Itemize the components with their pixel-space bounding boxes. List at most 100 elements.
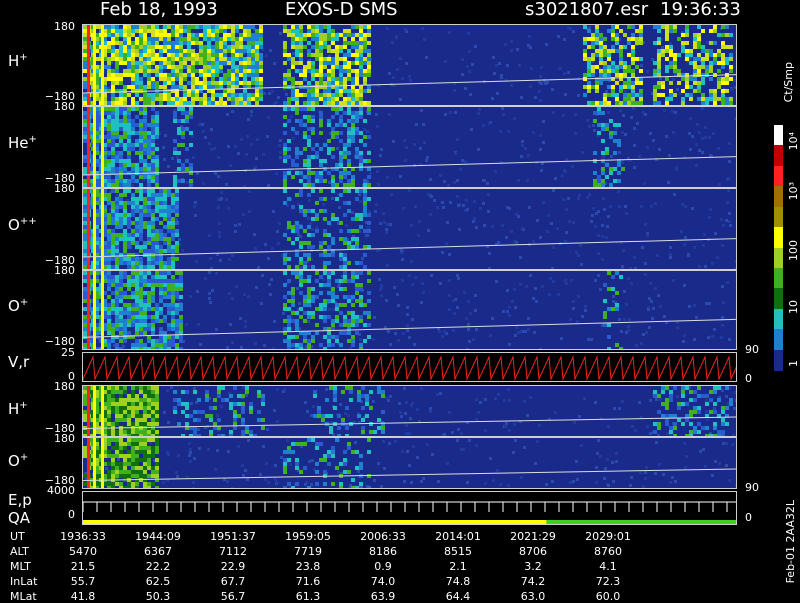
ephem-cell: 7719: [278, 545, 338, 558]
ephem-cell: 3.2: [503, 560, 563, 573]
label-o-plus-2: O+: [8, 450, 28, 469]
colorbar-label: 10³: [787, 182, 800, 200]
o-plus-spectrogram-2: [82, 437, 737, 489]
right-tick-ep-bot: 0: [745, 511, 752, 524]
h-plus-spectrogram: [82, 24, 737, 106]
right-tick-ep-top: 90: [745, 481, 759, 494]
o-plus-spectrogram: [82, 270, 737, 350]
tick-o2-top: 180: [35, 433, 75, 444]
ephem-cell: 23.8: [278, 560, 338, 573]
label-he-plus: He+: [8, 132, 37, 151]
ephem-cell: 6367: [128, 545, 188, 558]
h-plus-spectrogram-2: [82, 385, 737, 437]
colorbar-segment: [774, 350, 783, 371]
file-name: s3021807.esr: [525, 0, 648, 20]
ephem-cell: 2021:29: [503, 530, 563, 543]
right-tick-vr-bot: 0: [745, 372, 752, 385]
tick-he1-top: 180: [35, 101, 75, 112]
label-ep: E,p: [8, 492, 32, 508]
label-h-plus: H+: [8, 50, 28, 69]
ephem-cell: 63.9: [353, 590, 413, 603]
ephem-cell: 1951:37: [203, 530, 263, 543]
colorbar-label: 10: [787, 300, 800, 314]
ephem-cell: 62.5: [128, 575, 188, 588]
ephem-cell: 22.9: [203, 560, 263, 573]
ephem-name: MLat: [10, 590, 50, 603]
ephem-cell: 55.7: [53, 575, 113, 588]
ephem-name: UT: [10, 530, 50, 543]
ephem-cell: 8186: [353, 545, 413, 558]
colorbar-unit: Ct/Smp: [782, 62, 795, 102]
tick-h2-top: 180: [35, 381, 75, 392]
o-plusplus-spectrogram: [82, 188, 737, 270]
ephem-cell: 74.8: [428, 575, 488, 588]
colorbar-segment: [774, 227, 783, 248]
ephem-cell: 64.4: [428, 590, 488, 603]
colorbar-segment: [774, 125, 783, 146]
colorbar-segment: [774, 186, 783, 207]
colorbar-label: 100: [787, 240, 800, 261]
ephem-cell: 1944:09: [128, 530, 188, 543]
ephem-cell: 8515: [428, 545, 488, 558]
ephem-cell: 60.0: [578, 590, 638, 603]
tick-ep-bot: 0: [35, 509, 75, 520]
ephem-cell: 61.3: [278, 590, 338, 603]
ephem-cell: 71.6: [278, 575, 338, 588]
tick-opp-top: 180: [35, 183, 75, 194]
ephem-cell: 5470: [53, 545, 113, 558]
ephem-cell: 2.1: [428, 560, 488, 573]
label-h-plus-2: H+: [8, 398, 28, 417]
colorbar-segment: [774, 268, 783, 289]
label-qa: QA: [8, 510, 30, 526]
ephem-cell: 74.2: [503, 575, 563, 588]
vr-line-plot: [82, 352, 737, 382]
colorbar-segment: [774, 248, 783, 269]
ephem-cell: 8760: [578, 545, 638, 558]
ephem-cell: 0.9: [353, 560, 413, 573]
ephem-cell: 7112: [203, 545, 263, 558]
ephem-cell: 67.7: [203, 575, 263, 588]
vr-svg: [83, 353, 736, 381]
ephem-cell: 2006:33: [353, 530, 413, 543]
instrument-title: EXOS-D SMS: [285, 0, 398, 20]
ephem-cell: 74.0: [353, 575, 413, 588]
ephem-cell: 63.0: [503, 590, 563, 603]
he-plus-spectrogram: [82, 106, 737, 188]
colorbar-segment: [774, 309, 783, 330]
tick-h1-top: 180: [35, 21, 75, 32]
colorbar-segment: [774, 329, 783, 350]
ephem-cell: 21.5: [53, 560, 113, 573]
colorbar-segment: [774, 145, 783, 166]
colorbar-label: 1: [787, 360, 800, 367]
colorbar: [774, 125, 783, 370]
ephem-cell: 72.3: [578, 575, 638, 588]
ephem-cell: 41.8: [53, 590, 113, 603]
time-text: 19:36:33: [660, 0, 741, 20]
ephem-name: MLT: [10, 560, 50, 573]
panel-h1-svg: [83, 25, 736, 105]
ep-qa-plot: [82, 491, 737, 525]
panel-opp-svg: [83, 189, 736, 269]
panel-he1-svg: [83, 107, 736, 187]
tick-vr-top: 25: [35, 347, 75, 358]
ephem-cell: 4.1: [578, 560, 638, 573]
right-tick-vr-top: 90: [745, 343, 759, 356]
ep-svg: [83, 492, 736, 524]
tick-o1-top: 180: [35, 265, 75, 276]
ephem-cell: 1936:33: [53, 530, 113, 543]
tick-ep-top: 4000: [35, 485, 75, 496]
ephem-name: InLat: [10, 575, 50, 588]
ephem-cell: 1959:05: [278, 530, 338, 543]
colorbar-segment: [774, 166, 783, 187]
ephem-cell: 2014:01: [428, 530, 488, 543]
footer-code: Feb-01 2AA32L: [784, 500, 797, 583]
ephem-cell: 2029:01: [578, 530, 638, 543]
ephem-name: ALT: [10, 545, 50, 558]
ephem-cell: 22.2: [128, 560, 188, 573]
ephem-cell: 56.7: [203, 590, 263, 603]
ephem-cell: 50.3: [128, 590, 188, 603]
label-o-plus: O+: [8, 295, 28, 314]
colorbar-label: 10⁴: [787, 132, 800, 150]
label-o-plusplus: O++: [8, 214, 37, 233]
panel-h2-svg: [83, 386, 736, 436]
